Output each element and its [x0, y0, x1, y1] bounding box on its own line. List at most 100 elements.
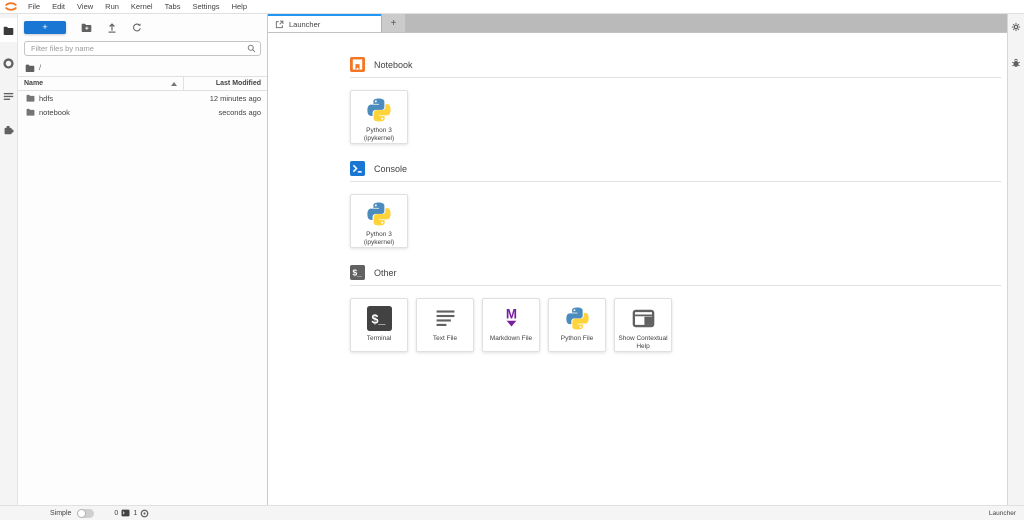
file-name: notebook	[39, 108, 181, 117]
console-icon	[350, 161, 365, 176]
section-title: Other	[374, 268, 397, 278]
kernel-usage-status[interactable]: 0 1	[114, 509, 149, 518]
python-icon	[565, 305, 590, 332]
launcher-panel: Notebook Python 3	[268, 33, 1007, 505]
file-row-hdfs[interactable]: hdfs 12 minutes ago	[18, 91, 267, 105]
launcher-tab-icon	[275, 20, 284, 29]
card-label: Markdown File	[488, 335, 534, 343]
launcher-card-terminal[interactable]: $_ Terminal	[350, 298, 408, 352]
text-file-icon	[433, 305, 458, 332]
file-browser-panel: +	[18, 14, 268, 505]
launcher-card-notebook-python3[interactable]: Python 3 (ipykernel)	[350, 90, 408, 144]
refresh-button[interactable]	[132, 22, 142, 33]
kernel-name: Python 3	[366, 127, 392, 134]
kernel-subname: (ipykernel)	[364, 135, 394, 142]
launcher-card-text-file[interactable]: Text File	[416, 298, 474, 352]
sidebar-tab-table-of-contents[interactable]	[0, 84, 17, 108]
upload-button[interactable]	[107, 22, 117, 33]
terminal-icon: $_	[367, 305, 392, 332]
simple-mode-label: Simple	[50, 510, 71, 517]
file-row-notebook[interactable]: notebook seconds ago	[18, 105, 267, 119]
card-label: Show Contextual Help	[615, 335, 671, 351]
menu-settings[interactable]: Settings	[186, 2, 225, 11]
contextual-help-icon	[631, 305, 656, 332]
jupyter-logo-icon	[0, 1, 22, 12]
launcher-section-other: $_ Other $_	[350, 265, 1001, 352]
file-filter	[24, 41, 261, 56]
running-sessions-icon	[3, 58, 14, 69]
menu-run[interactable]: Run	[99, 2, 125, 11]
search-icon	[247, 44, 256, 53]
column-name[interactable]: Name	[24, 80, 171, 87]
new-launcher-button[interactable]: +	[24, 21, 66, 34]
kernels-count: 1	[133, 510, 137, 517]
jupyterlab-window: File Edit View Run Kernel Tabs Settings …	[0, 0, 1024, 520]
dock-tab-bar: Launcher +	[268, 14, 1007, 33]
sort-ascending-icon[interactable]	[171, 82, 177, 86]
upload-icon	[107, 22, 117, 33]
python-icon	[366, 97, 392, 124]
file-name: hdfs	[39, 94, 181, 103]
launcher-section-console: Console Python 3	[350, 161, 1001, 248]
home-folder-icon[interactable]	[25, 64, 35, 72]
card-label: Terminal	[365, 335, 394, 343]
column-last-modified[interactable]: Last Modified	[183, 77, 261, 90]
menu-kernel[interactable]: Kernel	[125, 2, 159, 11]
card-label: Python File	[559, 335, 596, 343]
launcher-card-console-python3[interactable]: Python 3 (ipykernel)	[350, 194, 408, 248]
section-header: Console	[350, 161, 1001, 182]
property-inspector-icon[interactable]	[1011, 22, 1021, 32]
new-folder-button[interactable]	[81, 23, 92, 32]
refresh-icon	[132, 22, 142, 33]
section-header: Notebook	[350, 57, 1001, 78]
kernel-name: Python 3	[366, 231, 392, 238]
card-label: Python 3 (ipykernel)	[362, 127, 396, 143]
card-label: Python 3 (ipykernel)	[362, 231, 396, 247]
card-label: Text File	[431, 335, 459, 343]
menu-tabs[interactable]: Tabs	[159, 2, 187, 11]
section-title: Notebook	[374, 60, 413, 70]
left-activity-bar	[0, 14, 18, 505]
sidebar-tab-file-browser[interactable]	[0, 18, 17, 42]
markdown-icon: M	[499, 305, 524, 332]
filter-files-input[interactable]	[24, 41, 261, 56]
menu-bar: File Edit View Run Kernel Tabs Settings …	[0, 0, 1024, 14]
list-icon	[3, 92, 14, 101]
python-icon	[366, 201, 392, 228]
svg-text:$_: $_	[371, 312, 386, 326]
menu-view[interactable]: View	[71, 2, 99, 11]
menu-help[interactable]: Help	[226, 2, 253, 11]
menu-file[interactable]: File	[22, 2, 46, 11]
file-modified: 12 minutes ago	[181, 94, 261, 103]
launcher-card-python-file[interactable]: Python File	[548, 298, 606, 352]
terminal-box-icon	[121, 509, 130, 517]
debugger-bug-icon[interactable]	[1011, 58, 1021, 68]
file-list-header: Name Last Modified	[18, 76, 267, 91]
svg-text:M: M	[505, 307, 516, 322]
folder-icon	[3, 26, 14, 35]
simple-mode-toggle[interactable]	[77, 509, 94, 518]
launcher-section-notebook: Notebook Python 3	[350, 57, 1001, 144]
section-header: $_ Other	[350, 265, 1001, 286]
terminals-count: 0	[114, 510, 118, 517]
menu-edit[interactable]: Edit	[46, 2, 71, 11]
breadcrumb: /	[18, 62, 267, 76]
sidebar-tab-extensions[interactable]	[0, 117, 17, 141]
kernel-subname: (ipykernel)	[364, 239, 394, 246]
new-folder-icon	[81, 23, 92, 32]
terminal-icon: $_	[350, 265, 365, 280]
folder-icon	[26, 94, 35, 102]
section-title: Console	[374, 164, 407, 174]
current-activity-status: Launcher	[989, 510, 1016, 517]
status-bar: Simple 0 1 Launcher	[0, 505, 1024, 520]
tab-label: Launcher	[289, 20, 320, 29]
launcher-card-contextual-help[interactable]: Show Contextual Help	[614, 298, 672, 352]
tab-launcher[interactable]: Launcher	[268, 14, 381, 32]
svg-text:$_: $_	[352, 268, 362, 278]
breadcrumb-root[interactable]: /	[39, 63, 41, 72]
new-tab-button[interactable]: +	[381, 14, 405, 32]
main-dock-panel: Launcher + Notebook	[268, 14, 1007, 505]
file-modified: seconds ago	[181, 108, 261, 117]
launcher-card-markdown-file[interactable]: M Markdown File	[482, 298, 540, 352]
sidebar-tab-running[interactable]	[0, 51, 17, 75]
